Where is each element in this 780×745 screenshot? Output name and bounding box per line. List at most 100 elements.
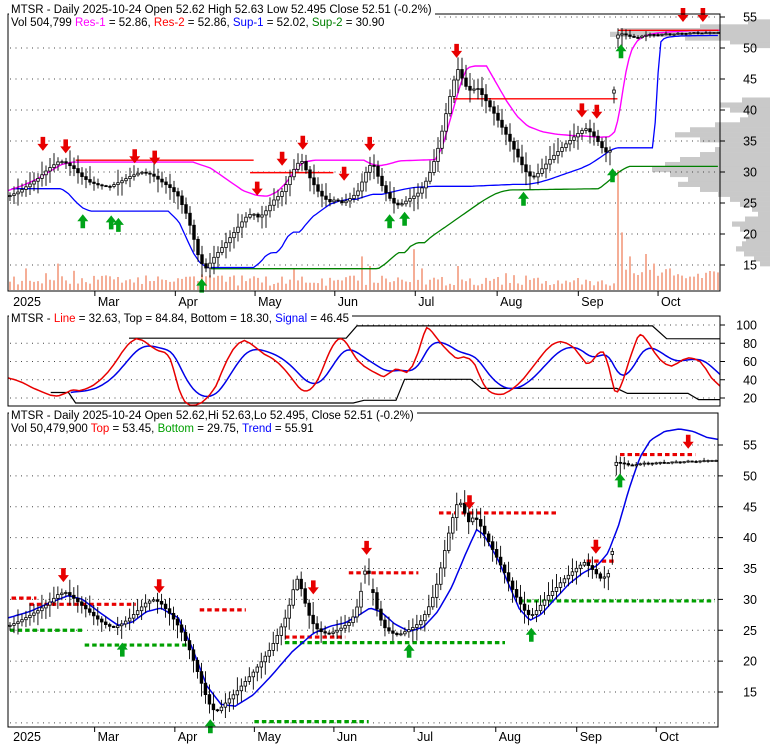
sell-arrow-icon (697, 8, 709, 22)
bottom-panel-title: MTSR - Daily 2025-10-24 Open 52.62,Hi 52… (11, 410, 414, 422)
x-axis-label: Jul (418, 295, 434, 309)
y-axis-label: 50 (743, 469, 757, 483)
x-axis-label: Sep (580, 730, 602, 744)
sell-arrow-icon (307, 580, 319, 595)
top-panel-header: MTSR - Daily 2025-10-24 Open 52.62 High … (9, 4, 435, 30)
legend-item: Res-1 (74, 17, 106, 29)
y-axis-label: 20 (743, 392, 757, 406)
y-axis-label: 55 (743, 11, 757, 25)
x-axis-label: Oct (659, 730, 679, 744)
x-axis-label: Jun (337, 730, 357, 744)
y-axis-label: 15 (743, 259, 757, 273)
x-axis-label: Oct (661, 295, 681, 309)
oscillator-legend: MTSR - Line = 32.63, Top = 84.84, Bottom… (11, 313, 349, 326)
x-axis-label: 2025 (13, 295, 41, 309)
y-axis-label: 80 (743, 337, 757, 351)
top-panel-legend: Vol 504,799 Res-1 = 52.86, Res-2 = 52.86… (11, 17, 432, 30)
sell-arrow-icon (364, 136, 376, 151)
legend-item: Vol 50,479,900 (11, 423, 91, 435)
sell-arrow-icon (37, 136, 49, 151)
x-axis-label: May (257, 730, 281, 744)
y-axis-label: 100 (736, 319, 757, 333)
legend-item: = 29.75, (194, 423, 243, 435)
x-axis-label: Mar (98, 295, 120, 309)
sell-arrow-icon (153, 579, 165, 594)
sell-arrow-icon (451, 43, 463, 58)
y-axis-label: 40 (743, 104, 757, 118)
bottom-price-panel[interactable]: 55 50 45 40 35 30 25 20 15 2025 Mar Apr May Jun Jul Aug… (7, 412, 757, 744)
oscillator-panel[interactable]: 100 80 60 40 20 (7, 315, 757, 407)
x-axis-label: Jul (417, 730, 433, 744)
legend-item: Top (90, 423, 110, 435)
sell-arrow-icon (682, 434, 694, 449)
x-axis-label: Apr (178, 730, 197, 744)
x-axis-label: Mar (98, 730, 120, 744)
y-axis-label: 40 (743, 373, 757, 387)
x-axis-label: Aug (499, 730, 521, 744)
legend-item: Res-2 (153, 17, 185, 29)
x-axis-label: Aug (500, 295, 522, 309)
buy-arrow-icon (615, 44, 627, 59)
legend-item: = 55.91 (271, 423, 314, 435)
y-axis-label: 35 (743, 562, 757, 576)
legend-item: = 53.45, (109, 423, 158, 435)
y-axis-label: 50 (743, 42, 757, 56)
y-axis-label: 35 (743, 135, 757, 149)
legend-item: = 52.86, (184, 17, 233, 29)
legend-item: Vol 504,799 (11, 17, 75, 29)
legend-item: = 32.63, Top = 84.84, Bottom = 18.30, (75, 313, 276, 325)
y-axis-label: 25 (743, 197, 757, 211)
x-axis-label: Apr (178, 295, 197, 309)
sell-arrow-icon (129, 149, 141, 164)
sell-arrow-icon (57, 568, 69, 583)
legend-item: Sup-2 (311, 17, 343, 29)
sell-arrow-icon (251, 181, 263, 196)
sell-arrow-icon (297, 135, 309, 150)
legend-item: = 30.90 (342, 17, 385, 29)
sell-arrow-icon (361, 540, 373, 555)
legend-item: Trend (242, 423, 272, 435)
x-axis-label: Sep (581, 295, 603, 309)
legend-item: Signal (275, 313, 308, 325)
y-axis-label: 60 (743, 355, 757, 369)
volume-bars (9, 170, 719, 290)
buy-arrow-icon (518, 191, 529, 206)
sell-arrow-icon (60, 139, 72, 154)
legend-item: Bottom (157, 423, 194, 435)
charts-canvas[interactable]: 5550454035302520152025 Mar Apr May Jun Jul Aug… (0, 0, 780, 745)
buy-arrow-icon (399, 211, 411, 226)
buy-arrow-icon (77, 214, 89, 229)
x-axis-label: 2025 (13, 730, 41, 744)
buy-arrow-icon (614, 473, 626, 488)
legend-item: = 52.02, (263, 17, 312, 29)
buy-arrow-icon (384, 214, 396, 229)
y-axis-label: 55 (743, 439, 757, 453)
y-axis-label: 25 (743, 624, 757, 638)
sell-arrow-icon (677, 8, 689, 22)
buy-arrow-icon (403, 643, 415, 658)
sell-arrow-icon (591, 104, 603, 119)
y-axis-label: 30 (743, 166, 757, 180)
x-axis-label: May (258, 295, 282, 309)
sell-arrow-icon (590, 539, 602, 554)
legend-item: Line (53, 313, 76, 325)
y-axis-label: 30 (743, 593, 757, 607)
y-axis-label: 20 (743, 655, 757, 669)
bottom-panel-legend: Vol 50,479,900 Top = 53.45, Bottom = 29.… (11, 423, 414, 436)
y-axis-label: 45 (743, 73, 757, 87)
legend-item: Sup-1 (232, 17, 264, 29)
y-axis-label: 40 (743, 531, 757, 545)
x-axis-label: Jun (338, 295, 358, 309)
top-price-panel[interactable]: 55 50 45 40 35 30 25 20 15 2025 Mar Apr May Jun Jul Aug… (7, 8, 770, 309)
buy-arrow-icon (204, 719, 216, 734)
y-axis-label: 15 (743, 686, 757, 700)
legend-item: = 46.45 (307, 313, 350, 325)
sell-arrow-icon (576, 103, 588, 118)
y-axis-label: 20 (743, 228, 757, 242)
top-panel-title: MTSR - Daily 2025-10-24 Open 52.62 High … (11, 4, 432, 16)
sell-arrow-icon (338, 166, 350, 181)
legend-item: MTSR - (11, 313, 54, 325)
sell-arrow-icon (276, 151, 288, 166)
y-axis-label: 45 (743, 500, 757, 514)
oscillator-panel-header: MTSR - Line = 32.63, Top = 84.84, Bottom… (9, 313, 353, 326)
